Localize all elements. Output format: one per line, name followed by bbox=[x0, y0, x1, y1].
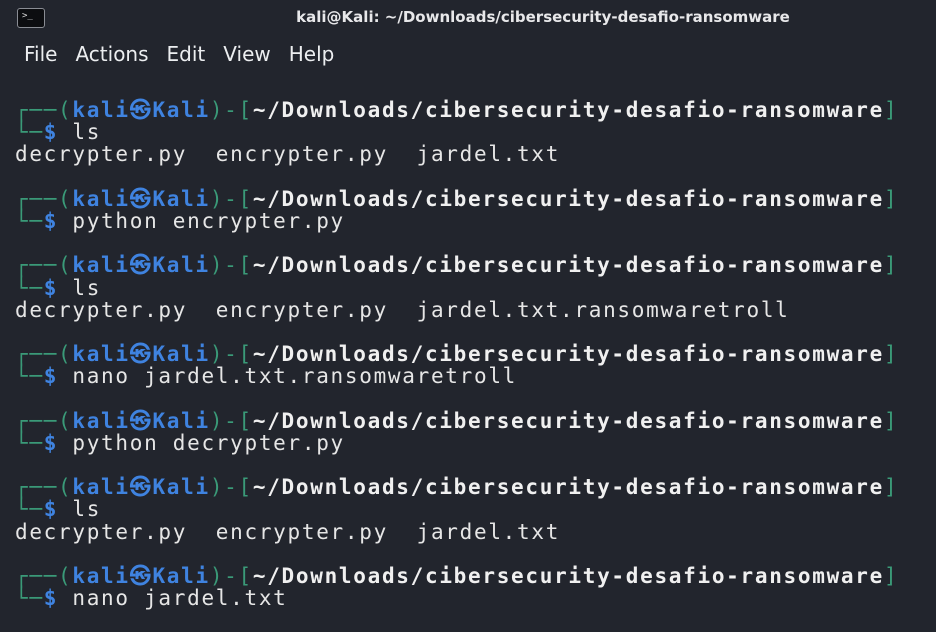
prompt-line: ┌──(kali㉿Kali)-[~/Downloads/cibersecurit… bbox=[15, 98, 899, 122]
prompt-user: kali bbox=[72, 475, 130, 500]
prompt-symbol: $ bbox=[43, 120, 59, 145]
prompt-at-symbol: ㉿ bbox=[129, 475, 153, 500]
title-bar: >_ kali@Kali: ~/Downloads/cibersecurity-… bbox=[0, 0, 936, 36]
command-text: python encrypter.py bbox=[72, 208, 345, 233]
menu-file[interactable]: File bbox=[24, 36, 57, 72]
prompt-host: Kali bbox=[152, 563, 210, 588]
prompt-at-symbol: ㉿ bbox=[129, 253, 153, 278]
command-text: ls bbox=[72, 120, 102, 145]
prompt-at-symbol: ㉿ bbox=[129, 563, 153, 588]
prompt-symbol: $ bbox=[43, 430, 59, 455]
prompt-user: kali bbox=[72, 563, 130, 588]
prompt-at-symbol: ㉿ bbox=[129, 408, 153, 433]
window-title: kali@Kali: ~/Downloads/cibersecurity-des… bbox=[296, 8, 790, 26]
prompt-host: Kali bbox=[152, 98, 210, 122]
prompt-cwd: ~/Downloads/cibersecurity-desafio-ransom… bbox=[252, 342, 884, 367]
prompt-symbol: $ bbox=[43, 364, 59, 389]
prompt-symbol: $ bbox=[43, 208, 59, 233]
menu-view[interactable]: View bbox=[223, 36, 270, 72]
command-output: decrypter.py encrypter.py jardel.txt bbox=[15, 519, 561, 544]
command-text: ls bbox=[72, 275, 102, 300]
prompt-host: Kali bbox=[152, 186, 210, 211]
prompt-cwd: ~/Downloads/cibersecurity-desafio-ransom… bbox=[252, 563, 884, 588]
prompt-at-symbol: ㉿ bbox=[129, 342, 153, 367]
prompt-user: kali bbox=[72, 408, 130, 433]
prompt-symbol: $ bbox=[43, 586, 59, 611]
prompt-host: Kali bbox=[152, 253, 210, 278]
prompt-line: ┌──(kali㉿Kali)-[~/Downloads/cibersecurit… bbox=[15, 342, 899, 367]
command-line: └─$ python decrypter.py bbox=[15, 430, 345, 455]
prompt-line: ┌──(kali㉿Kali)-[~/Downloads/cibersecurit… bbox=[15, 186, 899, 211]
command-line: └─$ ls bbox=[15, 497, 102, 522]
command-output: decrypter.py encrypter.py jardel.txt bbox=[15, 142, 561, 167]
prompt-user: kali bbox=[72, 98, 130, 122]
command-line: └─$ nano jardel.txt.ransomwaretroll bbox=[15, 364, 518, 389]
command-text: ls bbox=[72, 497, 102, 522]
prompt-cwd: ~/Downloads/cibersecurity-desafio-ransom… bbox=[252, 98, 884, 122]
prompt-cwd: ~/Downloads/cibersecurity-desafio-ransom… bbox=[252, 186, 884, 211]
menu-edit[interactable]: Edit bbox=[167, 36, 206, 72]
prompt-line: ┌──(kali㉿Kali)-[~/Downloads/cibersecurit… bbox=[15, 408, 899, 433]
prompt-at-symbol: ㉿ bbox=[129, 186, 153, 211]
prompt-host: Kali bbox=[152, 475, 210, 500]
command-output: decrypter.py encrypter.py jardel.txt.ran… bbox=[15, 297, 790, 322]
command-line: └─$ python encrypter.py bbox=[15, 208, 345, 233]
prompt-host: Kali bbox=[152, 408, 210, 433]
prompt-symbol: $ bbox=[43, 497, 59, 522]
command-text: nano jardel.txt bbox=[72, 586, 288, 611]
command-text: nano jardel.txt.ransomwaretroll bbox=[72, 364, 518, 389]
prompt-line: ┌──(kali㉿Kali)-[~/Downloads/cibersecurit… bbox=[15, 475, 899, 500]
prompt-cwd: ~/Downloads/cibersecurity-desafio-ransom… bbox=[252, 408, 884, 433]
menu-help[interactable]: Help bbox=[289, 36, 335, 72]
prompt-host: Kali bbox=[152, 342, 210, 367]
prompt-cwd: ~/Downloads/cibersecurity-desafio-ransom… bbox=[252, 253, 884, 278]
command-line: └─$ ls bbox=[15, 120, 102, 145]
prompt-user: kali bbox=[72, 342, 130, 367]
command-line: └─$ nano jardel.txt bbox=[15, 586, 288, 611]
terminal-output[interactable]: ┌──(kali㉿Kali)-[~/Downloads/cibersecurit… bbox=[15, 99, 898, 632]
prompt-at-symbol: ㉿ bbox=[129, 98, 153, 122]
command-text: python decrypter.py bbox=[72, 430, 345, 455]
prompt-cwd: ~/Downloads/cibersecurity-desafio-ransom… bbox=[252, 475, 884, 500]
menu-bar: File Actions Edit View Help bbox=[0, 36, 936, 72]
menu-actions[interactable]: Actions bbox=[75, 36, 148, 72]
prompt-line: ┌──(kali㉿Kali)-[~/Downloads/cibersecurit… bbox=[15, 563, 899, 588]
prompt-user: kali bbox=[72, 253, 130, 278]
prompt-user: kali bbox=[72, 186, 130, 211]
prompt-symbol: $ bbox=[43, 275, 59, 300]
prompt-line: ┌──(kali㉿Kali)-[~/Downloads/cibersecurit… bbox=[15, 253, 899, 278]
command-line: └─$ ls bbox=[15, 275, 102, 300]
